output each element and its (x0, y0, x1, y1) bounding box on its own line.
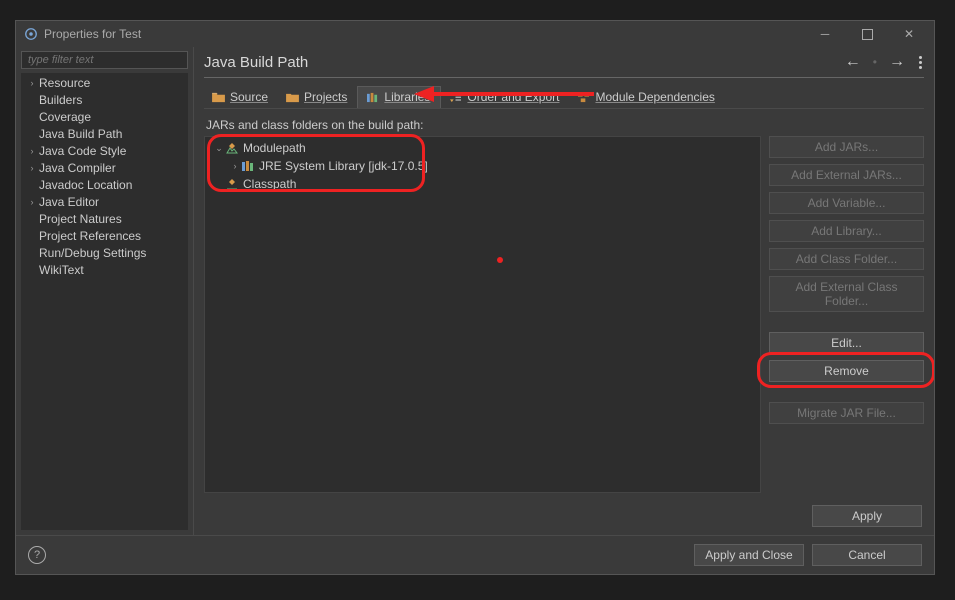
sidebar-item-builders[interactable]: Builders (21, 92, 188, 109)
button-column: Add JARs... Add External JARs... Add Var… (769, 136, 924, 493)
tab-module-dependencies[interactable]: Module Dependencies (569, 87, 724, 108)
remove-button[interactable]: Remove (769, 360, 924, 382)
filter-input[interactable] (21, 51, 188, 69)
add-library-button[interactable]: Add Library... (769, 220, 924, 242)
forward-button[interactable]: → (889, 53, 905, 71)
sidebar-item-run-debug-settings[interactable]: Run/Debug Settings (21, 245, 188, 262)
annotation-dot (497, 257, 503, 263)
order-icon (449, 92, 462, 103)
build-path-tree[interactable]: ⌄ Modulepath › JRE System Library [jdk-1… (204, 136, 761, 493)
add-external-class-folder-button[interactable]: Add External Class Folder... (769, 276, 924, 312)
module-icon (577, 92, 590, 103)
tab-projects[interactable]: Projects (278, 87, 357, 108)
minimize-button[interactable]: ─ (814, 25, 836, 43)
sidebar-item-resource[interactable]: ›Resource (21, 75, 188, 92)
page-title: Java Build Path (204, 54, 308, 71)
sidebar-item-java-code-style[interactable]: ›Java Code Style (21, 143, 188, 160)
sidebar-item-project-natures[interactable]: Project Natures (21, 211, 188, 228)
folder-icon (286, 92, 299, 103)
sidebar-item-wikitext[interactable]: WikiText (21, 262, 188, 279)
migrate-jar-button[interactable]: Migrate JAR File... (769, 402, 924, 424)
apply-close-button[interactable]: Apply and Close (694, 544, 804, 566)
category-tree[interactable]: ›Resource Builders Coverage Java Build P… (21, 73, 188, 530)
sidebar-item-java-build-path[interactable]: Java Build Path (21, 126, 188, 143)
add-external-jars-button[interactable]: Add External JARs... (769, 164, 924, 186)
close-button[interactable]: ✕ (898, 25, 920, 43)
library-icon (241, 160, 255, 172)
help-button[interactable]: ? (28, 546, 46, 564)
tab-order-export[interactable]: Order and Export (441, 87, 569, 108)
tree-item-jre[interactable]: › JRE System Library [jdk-17.0.5] (205, 157, 760, 175)
dialog-footer: ? Apply and Close Cancel (16, 535, 934, 574)
maximize-button[interactable] (856, 25, 878, 43)
properties-dialog: Properties for Test ─ ✕ ›Resource Builde… (15, 20, 935, 575)
cancel-button[interactable]: Cancel (812, 544, 922, 566)
sidebar-item-java-editor[interactable]: ›Java Editor (21, 194, 188, 211)
add-jars-button[interactable]: Add JARs... (769, 136, 924, 158)
titlebar: Properties for Test ─ ✕ (16, 21, 934, 47)
apply-button[interactable]: Apply (812, 505, 922, 527)
folder-icon (212, 92, 225, 103)
add-class-folder-button[interactable]: Add Class Folder... (769, 248, 924, 270)
back-button[interactable]: ← (845, 53, 861, 71)
tab-libraries[interactable]: Libraries (357, 86, 441, 108)
modulepath-icon (225, 142, 239, 154)
classpath-icon (225, 178, 239, 190)
sidebar-item-javadoc-location[interactable]: Javadoc Location (21, 177, 188, 194)
tree-item-modulepath[interactable]: ⌄ Modulepath (205, 139, 760, 157)
jars-label: JARs and class folders on the build path… (206, 118, 924, 132)
edit-button[interactable]: Edit... (769, 332, 924, 354)
sidebar-item-project-references[interactable]: Project References (21, 228, 188, 245)
sidebar-item-java-compiler[interactable]: ›Java Compiler (21, 160, 188, 177)
tree-item-classpath[interactable]: › Classpath (205, 175, 760, 193)
content-pane: Java Build Path ← • → Source (194, 47, 934, 535)
window-title: Properties for Test (44, 27, 814, 41)
tab-source[interactable]: Source (204, 87, 278, 108)
sidebar: ›Resource Builders Coverage Java Build P… (16, 47, 194, 535)
sidebar-item-coverage[interactable]: Coverage (21, 109, 188, 126)
library-icon (366, 92, 379, 103)
menu-button[interactable] (917, 54, 924, 71)
dialog-icon (24, 27, 38, 41)
add-variable-button[interactable]: Add Variable... (769, 192, 924, 214)
tabs: Source Projects Libraries Order and Expo… (204, 86, 924, 109)
